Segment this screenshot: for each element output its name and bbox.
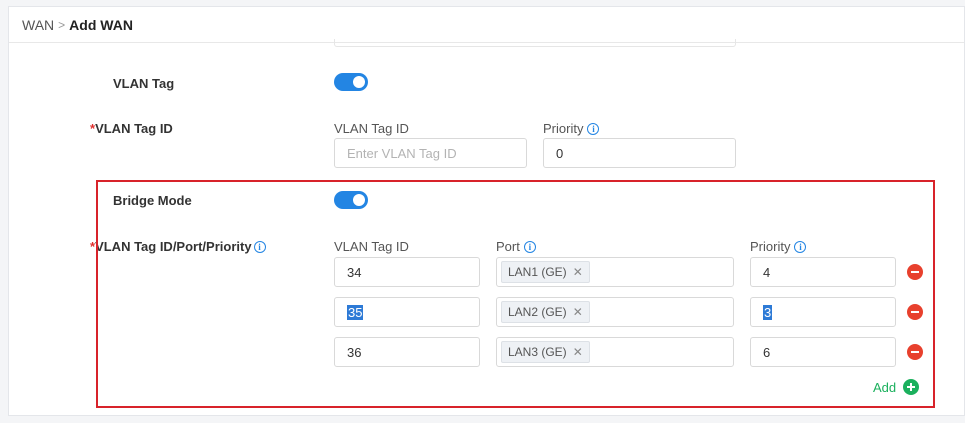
priority-label-text: Priority xyxy=(543,121,584,136)
remove-row-icon[interactable] xyxy=(907,304,923,320)
row3-port-select[interactable]: LAN3 (GE) ✕ xyxy=(496,337,734,367)
vlan-tag-id-label: *VLAN Tag ID xyxy=(90,121,173,136)
priority-field-label: Priority i xyxy=(543,121,600,136)
selected-text: 35 xyxy=(347,304,364,320)
row1-vlan-id-input[interactable]: 34 xyxy=(334,257,480,287)
row2-vlan-id-input[interactable]: 35 xyxy=(334,297,480,327)
vlan-tag-id-label-text: VLAN Tag ID xyxy=(95,121,173,136)
breadcrumb-wan-link[interactable]: WAN xyxy=(22,17,54,33)
page-title: Add WAN xyxy=(69,16,133,33)
row3-vlan-id-input[interactable]: 36 xyxy=(334,337,480,367)
toggle-knob xyxy=(353,76,365,88)
info-icon[interactable]: i xyxy=(253,241,266,253)
row1-priority-input[interactable]: 4 xyxy=(750,257,896,287)
add-wan-panel: WAN > Add WAN VLAN Tag *VLAN Tag ID VLAN… xyxy=(8,6,965,416)
vlan-priority-input[interactable]: 0 xyxy=(543,138,736,168)
vlan-tag-id-field-label: VLAN Tag ID xyxy=(334,121,409,136)
breadcrumb: WAN > Add WAN xyxy=(9,7,964,43)
row2-priority-input[interactable]: 3 xyxy=(750,297,896,327)
col-priority-text: Priority xyxy=(750,239,791,254)
port-tag-label: LAN1 (GE) xyxy=(508,265,567,279)
col-port-text: Port xyxy=(496,239,520,254)
info-icon[interactable]: i xyxy=(587,123,600,135)
add-row-button[interactable]: Add xyxy=(873,379,920,395)
close-icon[interactable]: ✕ xyxy=(573,345,583,359)
port-tag-label: LAN2 (GE) xyxy=(508,305,567,319)
breadcrumb-separator: > xyxy=(58,17,66,32)
add-label: Add xyxy=(873,379,897,395)
bridge-mode-toggle[interactable] xyxy=(334,191,368,209)
close-icon[interactable]: ✕ xyxy=(573,305,583,319)
port-tag: LAN1 (GE) ✕ xyxy=(501,261,590,283)
col-priority-header: Priority i xyxy=(750,239,807,254)
previous-field-edge xyxy=(334,39,736,47)
row3-priority-input[interactable]: 6 xyxy=(750,337,896,367)
plus-circle-icon xyxy=(903,379,920,395)
port-tag: LAN3 (GE) ✕ xyxy=(501,341,590,363)
col-vlan-tag-id-header: VLAN Tag ID xyxy=(334,239,409,254)
row1-port-select[interactable]: LAN1 (GE) ✕ xyxy=(496,257,734,287)
bridge-mode-label: Bridge Mode xyxy=(113,193,192,208)
remove-row-icon[interactable] xyxy=(907,264,923,280)
toggle-knob xyxy=(353,194,365,206)
info-icon[interactable]: i xyxy=(794,241,807,253)
selected-text: 3 xyxy=(763,304,773,320)
remove-row-icon[interactable] xyxy=(907,344,923,360)
bridge-vlan-label-text: VLAN Tag ID/Port/Priority xyxy=(95,239,252,254)
col-port-header: Port i xyxy=(496,239,536,254)
vlan-tag-id-input[interactable]: Enter VLAN Tag ID xyxy=(334,138,527,168)
row2-port-select[interactable]: LAN2 (GE) ✕ xyxy=(496,297,734,327)
close-icon[interactable]: ✕ xyxy=(573,265,583,279)
vlan-tag-label: VLAN Tag xyxy=(113,76,175,91)
info-icon[interactable]: i xyxy=(523,241,536,253)
bridge-vlan-label: *VLAN Tag ID/Port/Priority i xyxy=(90,239,266,254)
port-tag: LAN2 (GE) ✕ xyxy=(501,301,590,323)
vlan-tag-toggle[interactable] xyxy=(334,73,368,91)
port-tag-label: LAN3 (GE) xyxy=(508,345,567,359)
